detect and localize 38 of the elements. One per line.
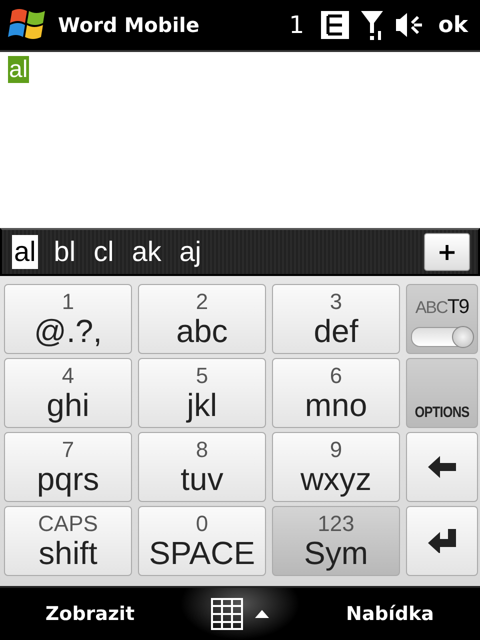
keypad-key[interactable]: 7 pqrs	[4, 432, 132, 502]
enter-key[interactable]	[406, 506, 478, 576]
word-suggestion[interactable]: ak	[130, 235, 164, 269]
input-mode-switch[interactable]: ABCT9	[406, 284, 478, 354]
keypad-key[interactable]: 9 wxyz	[272, 432, 400, 502]
keypad-key[interactable]: CAPS shift	[4, 506, 132, 576]
left-arrow-icon	[428, 456, 456, 478]
keypad-key[interactable]: 6 mno	[272, 358, 400, 428]
status-indicator: 1	[288, 11, 304, 39]
mode-label: T9	[447, 296, 469, 319]
ok-button[interactable]: ok	[434, 12, 472, 38]
toggle-thumb[interactable]	[452, 326, 474, 348]
word-suggestion[interactable]: al	[12, 235, 38, 269]
keypad-key[interactable]: 5 jkl	[138, 358, 266, 428]
mode-label: ABC	[415, 298, 448, 318]
enter-arrow-icon	[428, 529, 456, 553]
right-softkey[interactable]: Nabídka	[300, 602, 480, 626]
keypad-key[interactable]: 0 SPACE	[138, 506, 266, 576]
keypad-key[interactable]: 8 tuv	[138, 432, 266, 502]
window-title: Word Mobile	[58, 13, 200, 37]
backspace-key[interactable]	[406, 432, 478, 502]
options-key[interactable]: OPTIONS	[406, 358, 478, 428]
document-text: al	[8, 56, 29, 83]
keypad-key[interactable]: 3 def	[272, 284, 400, 354]
add-word-button[interactable]: +	[424, 233, 470, 271]
signal-antenna-icon[interactable]	[360, 9, 384, 41]
word-suggestion[interactable]: aj	[177, 235, 204, 269]
left-softkey[interactable]: Zobrazit	[0, 602, 180, 626]
keypad-key[interactable]: 4 ghi	[4, 358, 132, 428]
keypad-key[interactable]: 2 abc	[138, 284, 266, 354]
speaker-icon[interactable]	[394, 10, 424, 40]
grid-icon	[211, 598, 243, 630]
up-caret-icon	[255, 610, 269, 618]
keypad-key[interactable]: 1 @.?,	[4, 284, 132, 354]
word-suggestion[interactable]: bl	[52, 235, 78, 269]
word-suggestion[interactable]: cl	[92, 235, 116, 269]
keypad-key[interactable]: 123 Sym	[272, 506, 400, 576]
document-list-icon[interactable]	[320, 10, 350, 40]
